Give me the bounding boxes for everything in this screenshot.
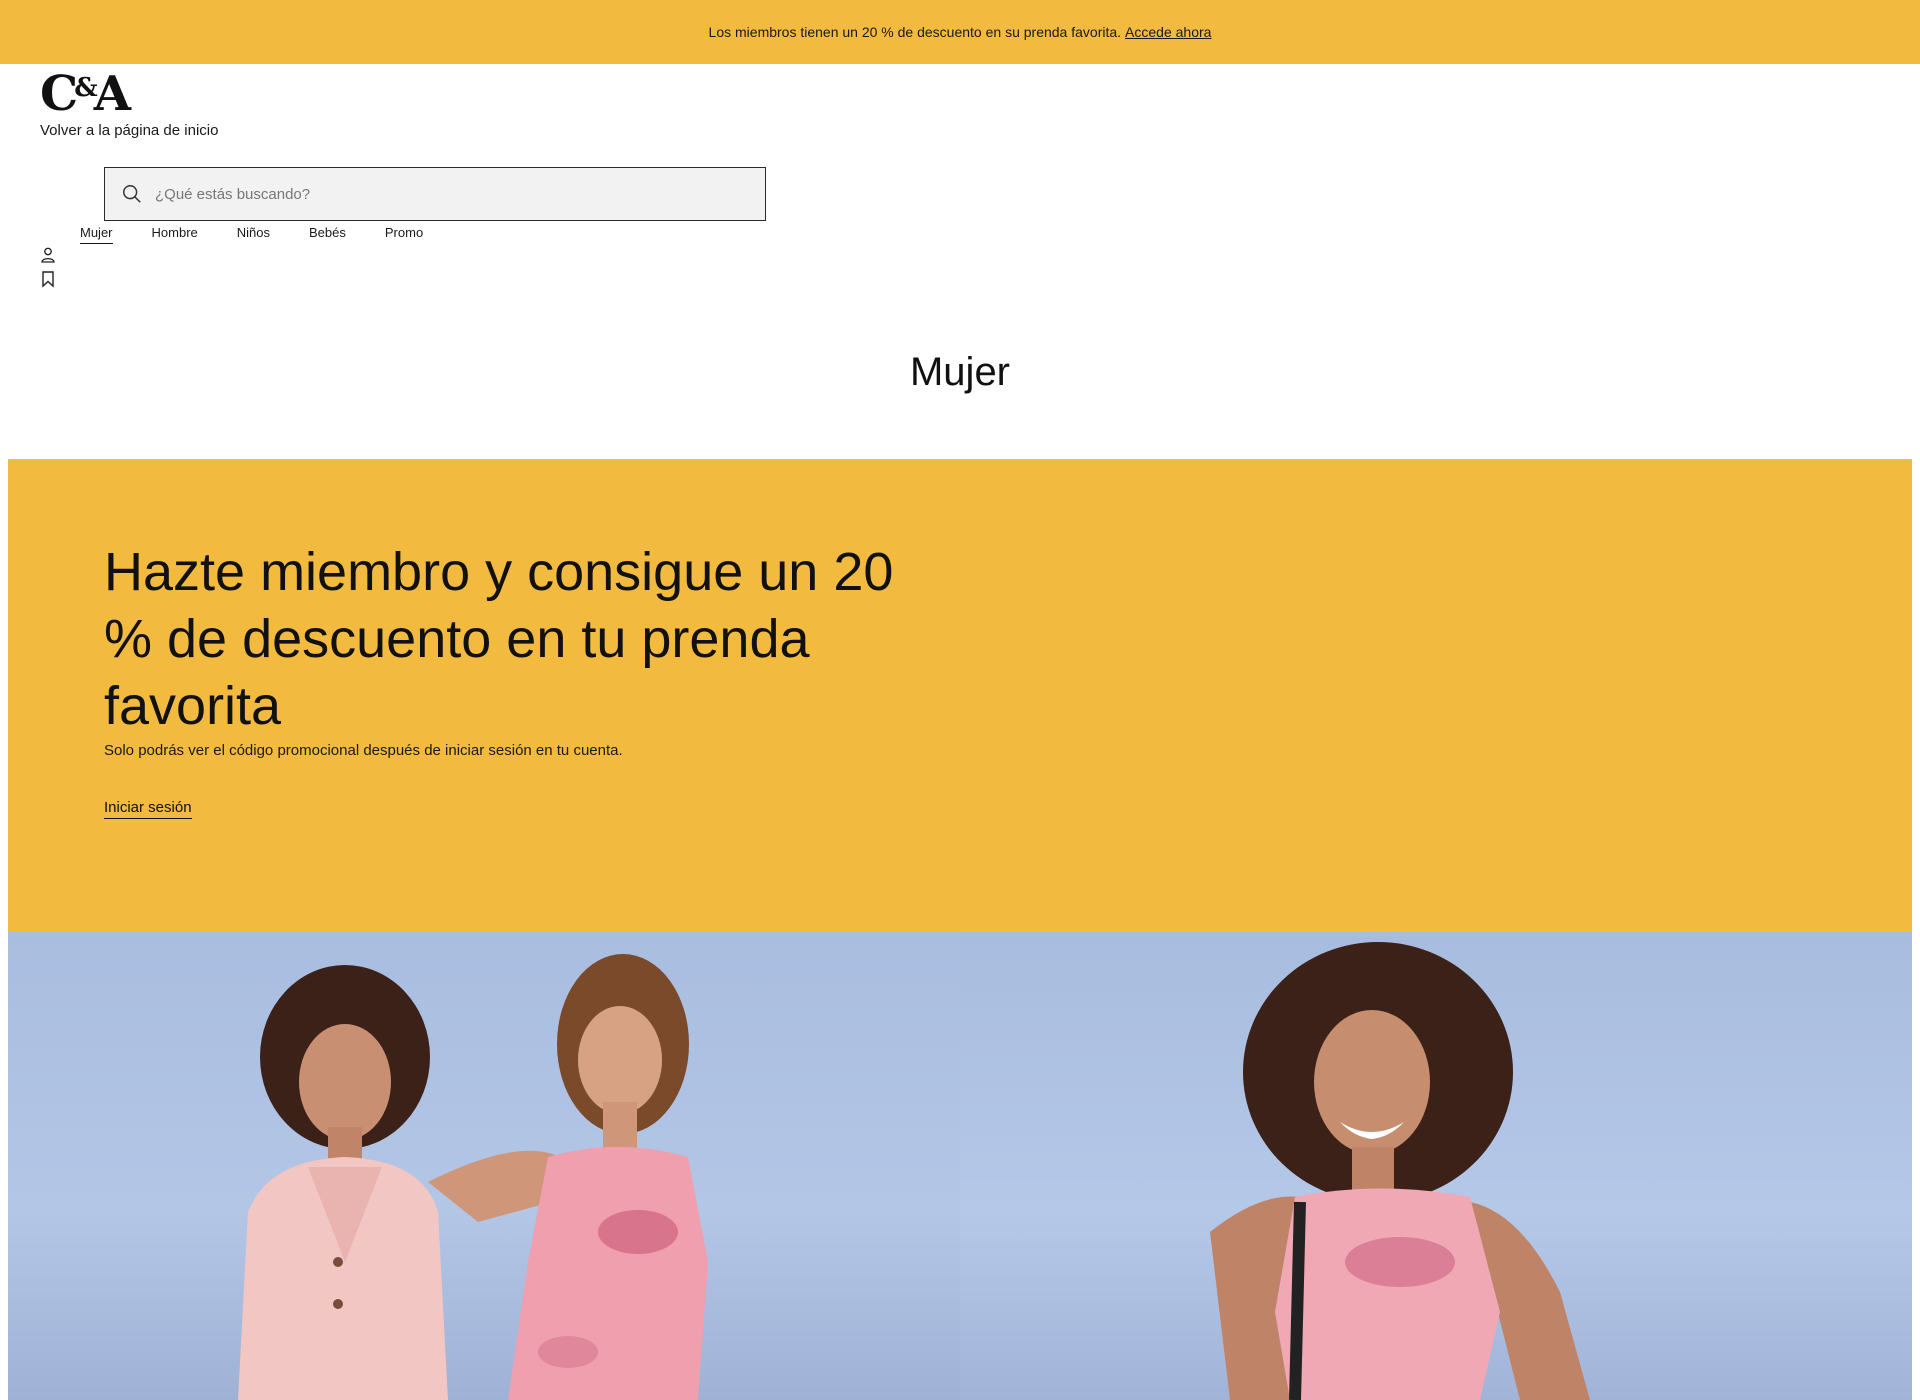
product-image-right[interactable] [960,932,1912,1400]
search-input[interactable] [155,185,715,203]
search-icon [123,185,141,203]
user-icon[interactable] [40,246,56,264]
banner-title: Hazte miembro y consigue un 20 % de desc… [104,542,894,736]
models-illustration [238,954,708,1400]
promo-text: Los miembros tienen un 20 % de descuento… [708,24,1122,40]
promo-link[interactable]: Accede ahora [1125,24,1211,40]
nav-item-ninos[interactable]: Niños [237,225,270,244]
nav-item-hombre[interactable]: Hombre [152,225,198,244]
search-box[interactable] [104,167,766,221]
banner-subtitle: Solo podrás ver el código promocional de… [104,742,623,759]
promo-bar: Los miembros tienen un 20 % de descuento… [0,0,1920,64]
logo[interactable]: C&A [40,70,131,118]
home-link[interactable]: Volver a la página de inicio [40,122,218,139]
model-illustration [1210,942,1590,1400]
membership-banner: Hazte miembro y consigue un 20 % de desc… [8,459,1912,932]
nav-item-promo[interactable]: Promo [385,225,423,244]
main-nav: Mujer Hombre Niños Bebés Promo [80,225,462,244]
nav-item-bebes[interactable]: Bebés [309,225,346,244]
login-link[interactable]: Iniciar sesión [104,799,192,819]
page-title: Mujer [909,350,1011,394]
product-image-left[interactable] [8,932,960,1400]
bookmark-icon[interactable] [40,270,56,288]
nav-item-mujer[interactable]: Mujer [80,225,113,244]
